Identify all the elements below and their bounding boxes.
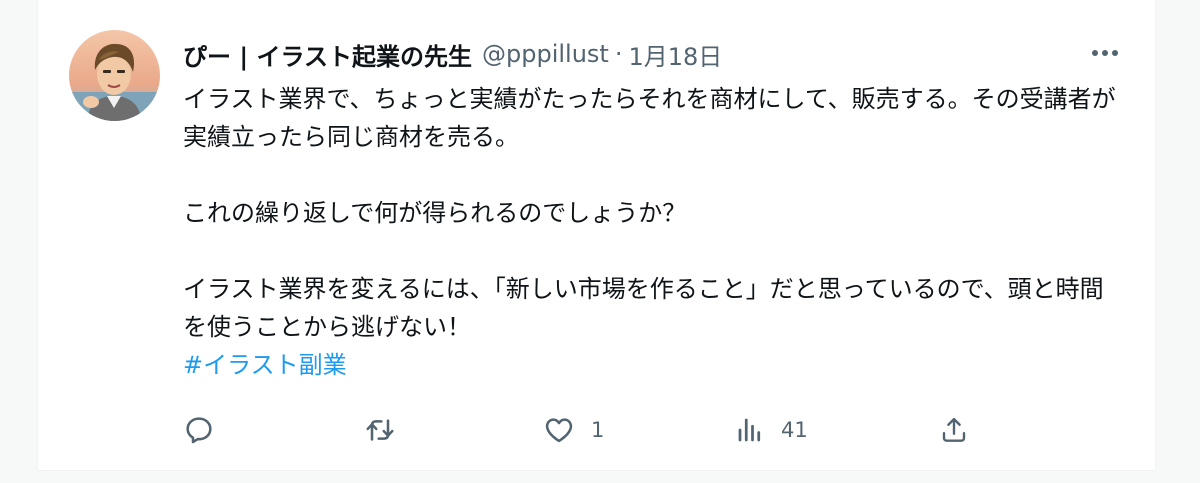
more-icon xyxy=(1092,50,1118,56)
view-count: 41 xyxy=(781,418,808,442)
tweet-paragraph-2: これの繰り返しで何が得られるのでしょうか？ xyxy=(183,199,687,227)
retweet-icon xyxy=(366,419,394,441)
tweet-text: イラスト業界で、ちょっと実績がたったらそれを商材にして、販売する。その受講者が実… xyxy=(183,80,1123,384)
share-icon xyxy=(942,417,966,442)
hashtag-link[interactable]: #イラスト副業 xyxy=(183,351,347,379)
share-button[interactable] xyxy=(939,410,969,450)
avatar[interactable] xyxy=(69,30,160,121)
tweet-card[interactable]: ぴー | イラスト起業の先生 @pppillust · 1月18日 イラスト業界… xyxy=(37,0,1156,471)
retweet-button[interactable] xyxy=(363,410,397,450)
header-separator: · xyxy=(614,40,623,68)
like-button[interactable]: 1 xyxy=(543,410,604,450)
tweet-paragraph-3: イラスト業界を変えるには、「新しい市場を作ること」だと思っているので、頭と時間を… xyxy=(183,275,1104,341)
tweet-paragraph-1: イラスト業界で、ちょっと実績がたったらそれを商材にして、販売する。その受講者が実… xyxy=(183,85,1116,151)
avatar-illustration xyxy=(69,30,160,121)
author-handle[interactable]: @pppillust xyxy=(482,40,609,68)
like-count: 1 xyxy=(591,418,605,442)
tweet-date[interactable]: 1月18日 xyxy=(628,37,722,72)
reply-button[interactable] xyxy=(183,410,215,450)
heart-icon xyxy=(545,418,573,443)
tweet-header: ぴー | イラスト起業の先生 @pppillust · 1月18日 xyxy=(183,34,722,74)
timeline-background: ぴー | イラスト起業の先生 @pppillust · 1月18日 イラスト業界… xyxy=(0,0,1200,483)
analytics-icon xyxy=(738,418,761,442)
views-button[interactable]: 41 xyxy=(735,410,808,450)
tweet-actions: 1 41 xyxy=(183,410,983,450)
author-display-name[interactable]: ぴー | イラスト起業の先生 xyxy=(183,37,472,72)
more-options-button[interactable] xyxy=(1088,38,1122,68)
reply-icon xyxy=(186,417,212,444)
